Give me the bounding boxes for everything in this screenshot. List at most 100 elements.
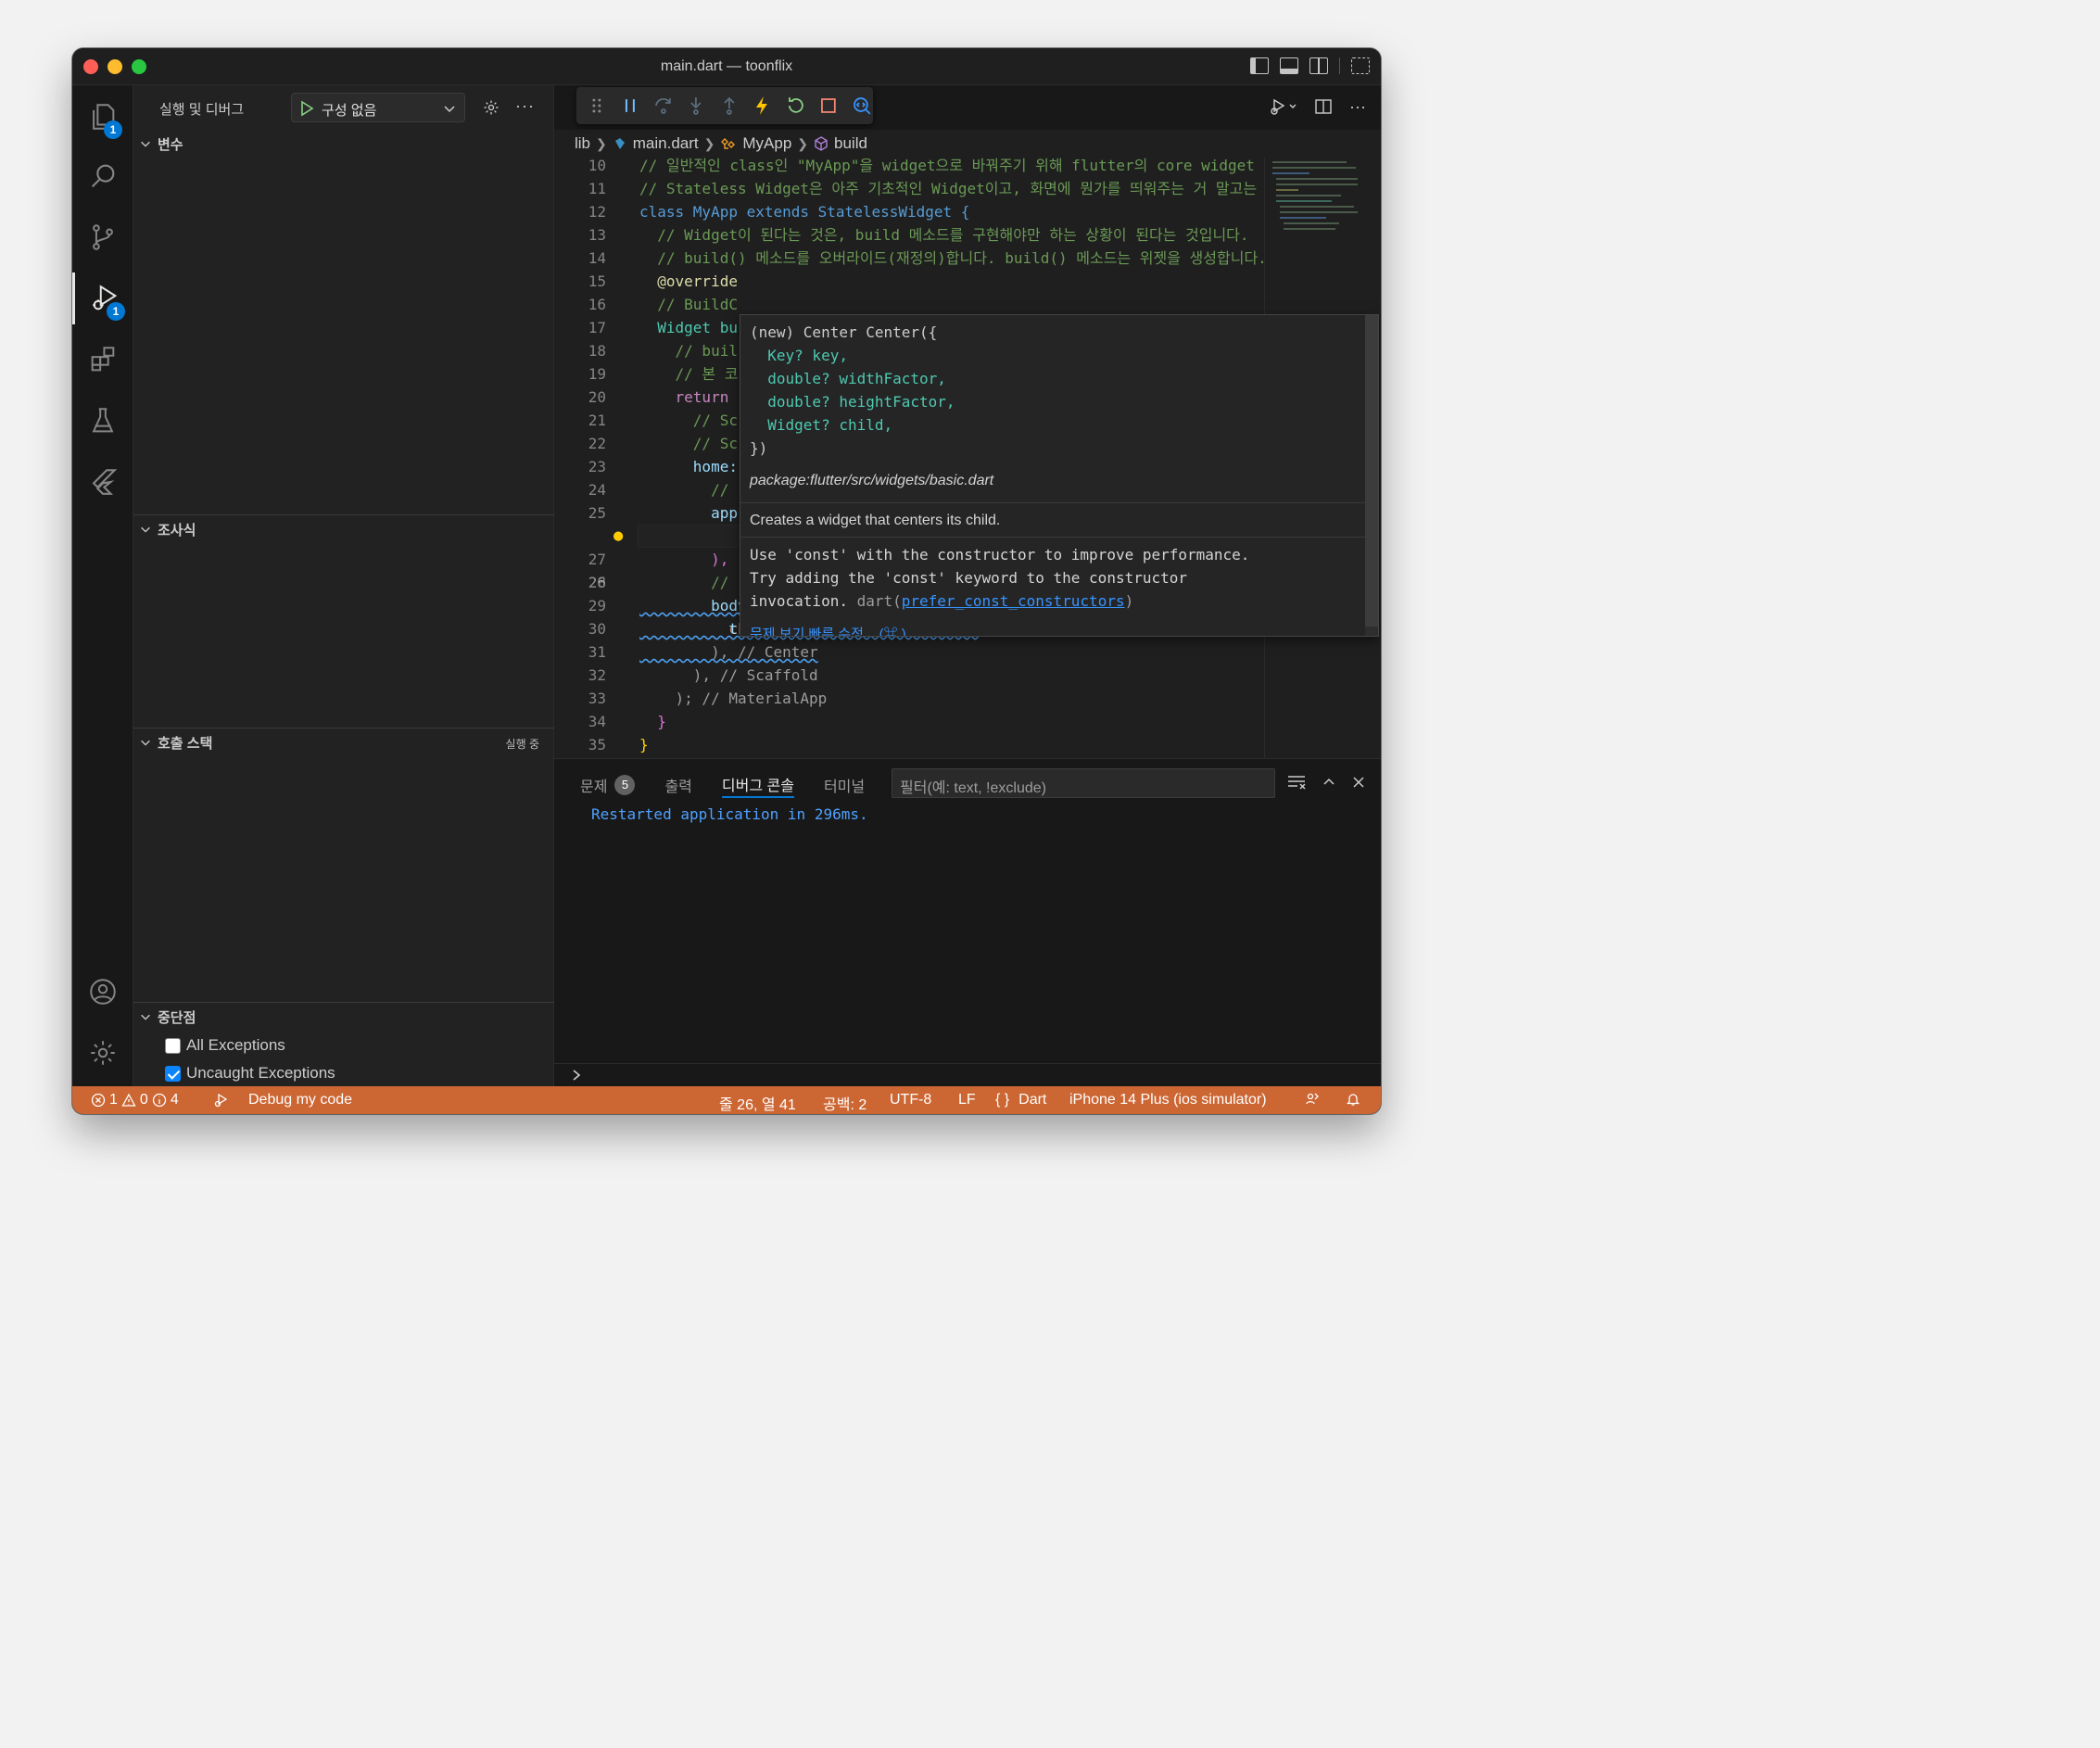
- breadcrumb-item[interactable]: lib: [575, 134, 590, 153]
- tab-problems[interactable]: 문제 5: [580, 772, 636, 798]
- watch-section: 조사식: [133, 514, 554, 728]
- variables-header[interactable]: 변수: [139, 133, 183, 154]
- window-title: main.dart — toonflix: [660, 58, 793, 74]
- breadcrumb-item[interactable]: main.dart: [633, 134, 699, 153]
- beaker-icon: [92, 408, 114, 433]
- chevron-down-icon: [141, 526, 150, 533]
- braces-icon: { }: [995, 1092, 1010, 1108]
- breakpoints-title: 중단점: [158, 1009, 196, 1026]
- maximize-panel-icon[interactable]: [1322, 775, 1336, 790]
- lightbulb-icon[interactable]: ●: [614, 525, 623, 548]
- code-line: 13 // Widget이 된다는 것은, build 메소드를 구현해야만 하…: [588, 226, 1249, 244]
- breakpoint-uncaught-exceptions[interactable]: Uncaught Exceptions: [165, 1062, 335, 1084]
- all-exceptions-checkbox[interactable]: [165, 1037, 181, 1054]
- hover-actions[interactable]: 문제 보기 빠른 수정... (⌘.): [750, 624, 906, 636]
- class-icon: [721, 138, 736, 149]
- step-into-icon[interactable]: [685, 95, 707, 117]
- problems-status[interactable]: 1 0 4: [91, 1092, 179, 1108]
- open-launch-json-gear-icon[interactable]: [482, 98, 500, 117]
- editor-actions: ···: [1270, 96, 1366, 117]
- run-debug-sidebar: 실행 및 디버그 구성 없음 ··· 변수 조사식 호출 스택 실행 중 중단점…: [133, 85, 554, 1086]
- activity-bar: 1 1: [72, 85, 133, 1086]
- breakpoint-all-exceptions[interactable]: All Exceptions: [165, 1034, 285, 1057]
- breakpoints-section: 중단점 All Exceptions Uncaught Exceptions: [133, 1002, 554, 1086]
- console-filter-input[interactable]: 필터(예: text, !exclude): [892, 768, 1275, 798]
- restart-icon[interactable]: [785, 95, 807, 117]
- cursor-position-status[interactable]: 줄 26, 열 41: [719, 1092, 796, 1114]
- debug-status[interactable]: Debug my code: [213, 1092, 352, 1108]
- tab-terminal[interactable]: 터미널: [824, 772, 865, 798]
- extensions-icon: [91, 347, 115, 372]
- tab-output[interactable]: 출력: [664, 772, 691, 798]
- flutter-inspector-icon[interactable]: [851, 95, 873, 117]
- drag-handle-icon[interactable]: [586, 95, 608, 117]
- call-stack-status: 실행 중: [505, 738, 539, 751]
- clear-console-icon[interactable]: [1286, 774, 1307, 791]
- code-line: 16 // BuildC: [588, 296, 738, 313]
- toggle-primary-sidebar-icon[interactable]: [1250, 57, 1269, 74]
- breadcrumb-item[interactable]: build: [834, 134, 867, 153]
- debug-toolbar: [576, 87, 873, 124]
- account-icon: [90, 979, 116, 1005]
- code-line: 10// 일반적인 class인 "MyApp"을 widget으로 바꿔주기 …: [588, 158, 1255, 174]
- watch-title: 조사식: [158, 522, 196, 538]
- pause-icon[interactable]: [619, 95, 641, 117]
- hover-divider: [740, 537, 1378, 538]
- error-icon: [91, 1093, 106, 1108]
- more-actions-icon[interactable]: ···: [515, 96, 535, 116]
- toggle-secondary-sidebar-icon[interactable]: [1309, 57, 1328, 74]
- lint-rule-link[interactable]: prefer_const_constructors: [902, 592, 1125, 610]
- chevron-down-icon: [141, 740, 150, 746]
- close-panel-icon[interactable]: [1351, 775, 1366, 790]
- chevron-right-icon: ❯: [797, 135, 809, 151]
- tab-debug-console[interactable]: 디버그 콘솔: [721, 772, 794, 798]
- split-editor-icon[interactable]: [1314, 97, 1333, 116]
- debug-config-label: 구성 없음: [322, 103, 377, 119]
- toggle-panel-icon[interactable]: [1280, 57, 1298, 74]
- step-over-icon[interactable]: [652, 95, 675, 117]
- variables-title: 변수: [158, 136, 183, 153]
- call-stack-header[interactable]: 호출 스택: [139, 732, 212, 753]
- more-actions-icon[interactable]: ···: [1349, 97, 1366, 117]
- activity-manage[interactable]: [72, 1027, 133, 1079]
- debug-config-select[interactable]: 구성 없음: [291, 93, 465, 122]
- language-status[interactable]: { } Dart: [995, 1092, 1046, 1108]
- hover-scrollbar[interactable]: [1365, 315, 1378, 636]
- activity-accounts[interactable]: [72, 966, 133, 1018]
- activity-explorer[interactable]: 1: [72, 91, 133, 143]
- hot-reload-icon[interactable]: [752, 95, 774, 117]
- play-icon[interactable]: [297, 99, 316, 118]
- breakpoints-header[interactable]: 중단점: [139, 1007, 196, 1027]
- hover-lint-message: Use 'const' with the constructor to impr…: [750, 546, 1250, 610]
- activity-run-and-debug[interactable]: 1: [72, 272, 133, 324]
- notifications-bell-icon[interactable]: [1346, 1092, 1360, 1107]
- explorer-badge: 1: [104, 120, 122, 139]
- hover-tooltip: (new) Center Center({ Key? key, double? …: [740, 314, 1379, 637]
- call-stack-title: 호출 스택: [158, 735, 213, 752]
- console-output-line: Restarted application in 296ms.: [591, 805, 868, 823]
- debug-dropdown-icon[interactable]: [1270, 96, 1297, 117]
- stop-icon[interactable]: [817, 95, 840, 117]
- eol-status[interactable]: LF: [958, 1092, 976, 1108]
- watch-header[interactable]: 조사식: [139, 519, 196, 539]
- step-out-icon[interactable]: [718, 95, 740, 117]
- chevron-down-icon: [141, 141, 150, 147]
- encoding-status[interactable]: UTF-8: [890, 1092, 931, 1108]
- activity-flutter[interactable]: [72, 456, 133, 508]
- hover-divider: [740, 502, 1378, 503]
- activity-testing[interactable]: [72, 395, 133, 447]
- chevron-down-icon: [444, 106, 455, 113]
- customize-layout-icon[interactable]: [1351, 57, 1370, 74]
- activity-search[interactable]: [72, 150, 133, 202]
- console-input[interactable]: [554, 1063, 1381, 1087]
- code-line: 31 ), // Center: [588, 643, 818, 661]
- breadcrumb-item[interactable]: MyApp: [742, 134, 791, 153]
- activity-source-control[interactable]: [72, 211, 133, 263]
- device-status[interactable]: iPhone 14 Plus (ios simulator): [1069, 1092, 1267, 1108]
- accounts-feedback-icon[interactable]: [1305, 1092, 1320, 1107]
- indentation-status[interactable]: 공백: 2: [823, 1092, 867, 1114]
- uncaught-exceptions-checkbox[interactable]: [165, 1065, 181, 1082]
- hover-description: Creates a widget that centers its child.: [750, 513, 1001, 528]
- activity-extensions[interactable]: [72, 334, 133, 386]
- hover-package-path: package:flutter/src/widgets/basic.dart: [750, 473, 994, 488]
